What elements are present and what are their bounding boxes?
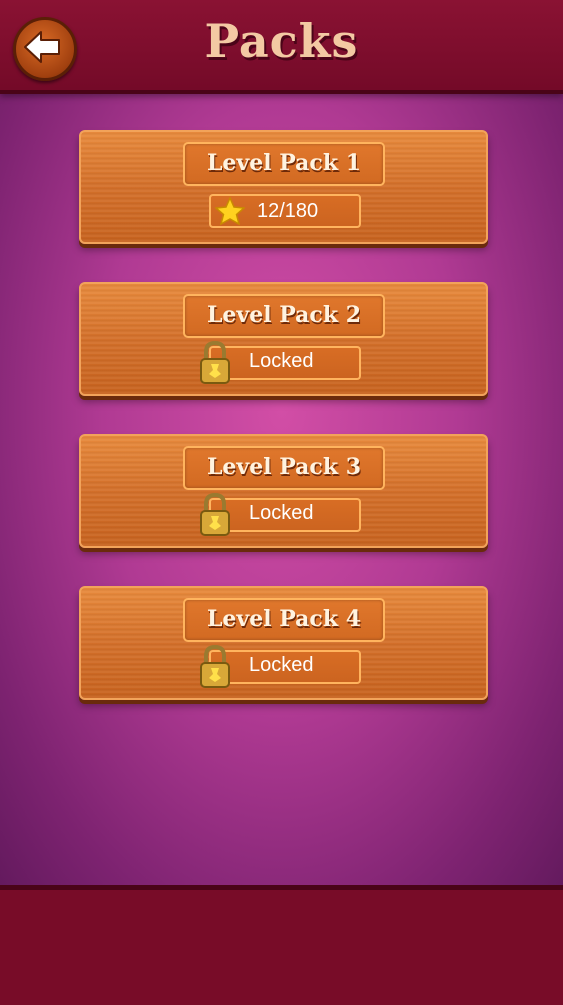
level-pack-1-card[interactable]: Level Pack 1 12/180 [79,130,488,244]
footer-bar [0,885,563,1005]
lock-icon [200,492,230,536]
pack-title: Level Pack 1 [206,150,362,176]
level-pack-2-card[interactable]: Level Pack 2 Locked [79,282,488,396]
locked-box: Locked [200,340,361,384]
lock-icon [200,340,230,384]
level-pack-4-card[interactable]: Level Pack 4 Locked [79,586,488,700]
pack-title: Level Pack 2 [206,302,362,328]
pack-title: Level Pack 3 [206,454,362,480]
pack-label-box: Level Pack 2 [183,294,385,338]
locked-label: Locked [249,654,314,676]
lock-icon [200,644,230,688]
locked-box: Locked [200,644,361,688]
pack-title: Level Pack 4 [206,606,362,632]
locked-label: Locked [249,502,314,524]
level-pack-3-card[interactable]: Level Pack 3 Locked [79,434,488,548]
header-bar: Packs [0,0,563,94]
star-progress: 12/180 [257,200,319,222]
pack-label-box: Level Pack 1 [183,142,385,186]
locked-label: Locked [249,350,314,372]
progress-box: 12/180 [209,194,361,228]
locked-box: Locked [200,492,361,536]
star-icon [215,197,245,225]
pack-label-box: Level Pack 4 [183,598,385,642]
page-title: Packs [204,14,359,68]
packs-list-area: Level Pack 1 12/180 Level Pack 2 Locked … [0,90,563,885]
pack-label-box: Level Pack 3 [183,446,385,490]
